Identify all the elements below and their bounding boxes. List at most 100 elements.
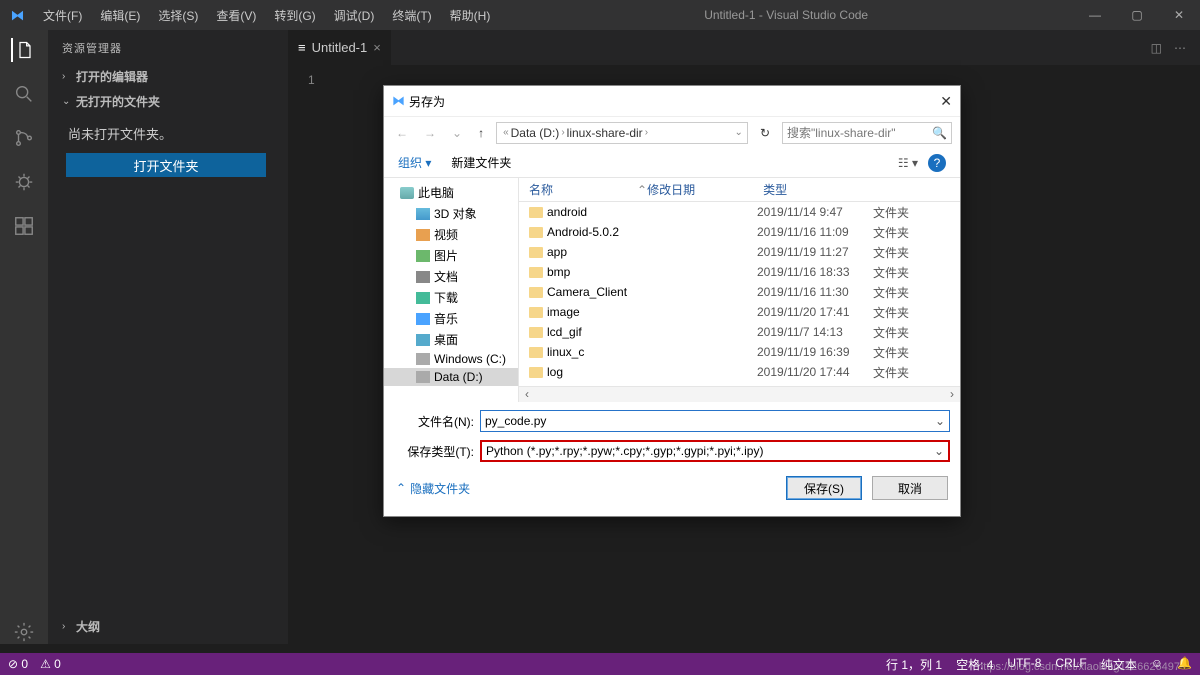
menu-debug[interactable]: 调试(D) <box>326 3 383 28</box>
maximize-icon[interactable]: ▢ <box>1116 8 1158 22</box>
open-folder-button[interactable]: 打开文件夹 <box>66 153 266 177</box>
file-row[interactable]: image2019/11/20 17:41文件夹 <box>519 302 960 322</box>
file-row[interactable]: log2019/11/20 17:44文件夹 <box>519 362 960 382</box>
explorer-sidebar: 资源管理器 ›打开的编辑器 ⌄无打开的文件夹 尚未打开文件夹。 打开文件夹 ›大… <box>48 30 288 644</box>
video-icon <box>416 229 430 241</box>
col-date[interactable]: 修改日期 <box>647 181 763 198</box>
folder-icon <box>529 247 543 258</box>
extensions-icon[interactable] <box>12 214 36 238</box>
tree-drive-d[interactable]: Data (D:) <box>384 368 518 386</box>
tree-documents[interactable]: 文档 <box>384 266 518 287</box>
chevron-down-icon[interactable]: ⌄ <box>935 414 945 428</box>
col-type[interactable]: 类型 <box>763 181 960 198</box>
filename-input[interactable]: py_code.py⌄ <box>480 410 950 432</box>
file-row[interactable]: Android-5.0.22019/11/16 11:09文件夹 <box>519 222 960 242</box>
folder-icon <box>529 367 543 378</box>
activity-bar <box>0 30 48 644</box>
file-row[interactable]: lcd_gif2019/11/7 14:13文件夹 <box>519 322 960 342</box>
pc-icon <box>400 187 414 199</box>
save-as-dialog: ⧓ 另存为 ✕ ← → ⌄ ↑ « Data (D:)› linux-share… <box>383 85 961 517</box>
chevron-down-icon[interactable]: ⌄ <box>934 444 944 458</box>
tree-video[interactable]: 视频 <box>384 224 518 245</box>
window-title: Untitled-1 - Visual Studio Code <box>498 8 1074 22</box>
hide-folders-toggle[interactable]: ⌃隐藏文件夹 <box>396 480 470 497</box>
tab-close-icon[interactable]: × <box>373 40 381 55</box>
settings-icon[interactable] <box>12 620 36 644</box>
file-row[interactable]: app2019/11/19 11:27文件夹 <box>519 242 960 262</box>
organize-button[interactable]: 组织 ▾ <box>398 154 431 171</box>
horizontal-scrollbar[interactable]: ‹› <box>519 386 960 402</box>
chevron-down-icon: ⌄ <box>62 96 72 107</box>
tree-downloads[interactable]: 下载 <box>384 287 518 308</box>
explorer-icon[interactable] <box>11 38 35 62</box>
chevron-up-icon: ⌃ <box>396 481 406 495</box>
drive-icon <box>416 353 430 365</box>
document-icon <box>416 271 430 283</box>
cancel-button[interactable]: 取消 <box>872 476 948 500</box>
menu-help[interactable]: 帮助(H) <box>442 3 499 28</box>
debug-icon[interactable] <box>12 170 36 194</box>
breadcrumb[interactable]: « Data (D:)› linux-share-dir› ⌄ <box>496 122 748 144</box>
close-icon[interactable]: ✕ <box>1158 8 1200 22</box>
tree-this-pc[interactable]: 此电脑 <box>384 182 518 203</box>
folder-icon <box>529 347 543 358</box>
nav-back-icon[interactable]: ← <box>392 126 412 140</box>
section-outline[interactable]: ›大纲 <box>48 614 288 639</box>
dialog-title: 另存为 <box>409 93 445 110</box>
file-row[interactable]: android2019/11/14 9:47文件夹 <box>519 202 960 222</box>
picture-icon <box>416 250 430 262</box>
filetype-label: 保存类型(T): <box>394 443 474 460</box>
minimize-icon[interactable]: — <box>1074 8 1116 22</box>
search-input[interactable]: 搜索"linux-share-dir" 🔍 <box>782 122 952 144</box>
tree-drive-c[interactable]: Windows (C:) <box>384 350 518 368</box>
view-options-icon[interactable]: ☷ ▾ <box>898 156 918 170</box>
folder-icon <box>529 207 543 218</box>
folder-icon <box>529 307 543 318</box>
cursor-position[interactable]: 行 1，列 1 <box>886 656 942 673</box>
refresh-icon[interactable]: ↻ <box>756 126 774 140</box>
more-icon[interactable]: ⋯ <box>1174 41 1186 55</box>
source-control-icon[interactable] <box>12 126 36 150</box>
line-number: 1 <box>288 65 1200 87</box>
help-icon[interactable]: ? <box>928 154 946 172</box>
section-no-folder[interactable]: ⌄无打开的文件夹 <box>48 89 288 114</box>
vscode-logo-icon: ⧓ <box>392 93 405 109</box>
errors-count[interactable]: ⊘ 0 <box>8 657 28 671</box>
chevron-down-icon[interactable]: ⌄ <box>448 126 466 140</box>
tree-music[interactable]: 音乐 <box>384 308 518 329</box>
menu-view[interactable]: 查看(V) <box>208 3 264 28</box>
split-editor-icon[interactable]: ◫ <box>1151 41 1162 55</box>
file-row[interactable]: Camera_Client2019/11/16 11:30文件夹 <box>519 282 960 302</box>
nav-up-icon[interactable]: ↑ <box>474 126 488 140</box>
menu-goto[interactable]: 转到(G) <box>266 3 323 28</box>
filetype-select[interactable]: Python (*.py;*.rpy;*.pyw;*.cpy;*.gyp;*.g… <box>480 440 950 462</box>
download-icon <box>416 292 430 304</box>
music-icon <box>416 313 430 325</box>
no-folder-message: 尚未打开文件夹。 <box>48 114 288 153</box>
menu-select[interactable]: 选择(S) <box>150 3 206 28</box>
folder-icon <box>529 267 543 278</box>
cube-icon <box>416 208 430 220</box>
warnings-count[interactable]: ⚠ 0 <box>40 657 61 671</box>
file-row[interactable]: bmp2019/11/16 18:33文件夹 <box>519 262 960 282</box>
file-row[interactable]: linux_c2019/11/19 16:39文件夹 <box>519 342 960 362</box>
dialog-close-icon[interactable]: ✕ <box>940 93 952 110</box>
new-folder-button[interactable]: 新建文件夹 <box>451 154 511 171</box>
tree-pictures[interactable]: 图片 <box>384 245 518 266</box>
menu-file[interactable]: 文件(F) <box>35 3 90 28</box>
desktop-icon <box>416 334 430 346</box>
chevron-right-icon: › <box>62 621 72 632</box>
tree-desktop[interactable]: 桌面 <box>384 329 518 350</box>
menu-edit[interactable]: 编辑(E) <box>92 3 148 28</box>
chevron-down-icon[interactable]: ⌄ <box>735 127 743 138</box>
column-headers[interactable]: 名称 ⌃ 修改日期 类型 <box>519 178 960 202</box>
tab-untitled[interactable]: ≡ Untitled-1 × <box>288 30 391 65</box>
save-button[interactable]: 保存(S) <box>786 476 862 500</box>
menu-terminal[interactable]: 终端(T) <box>384 3 439 28</box>
chevron-right-icon: › <box>62 71 72 82</box>
tab-bar: ≡ Untitled-1 × ◫ ⋯ <box>288 30 1200 65</box>
section-open-editors[interactable]: ›打开的编辑器 <box>48 64 288 89</box>
search-icon[interactable] <box>12 82 36 106</box>
tree-3d[interactable]: 3D 对象 <box>384 203 518 224</box>
folder-icon <box>529 287 543 298</box>
